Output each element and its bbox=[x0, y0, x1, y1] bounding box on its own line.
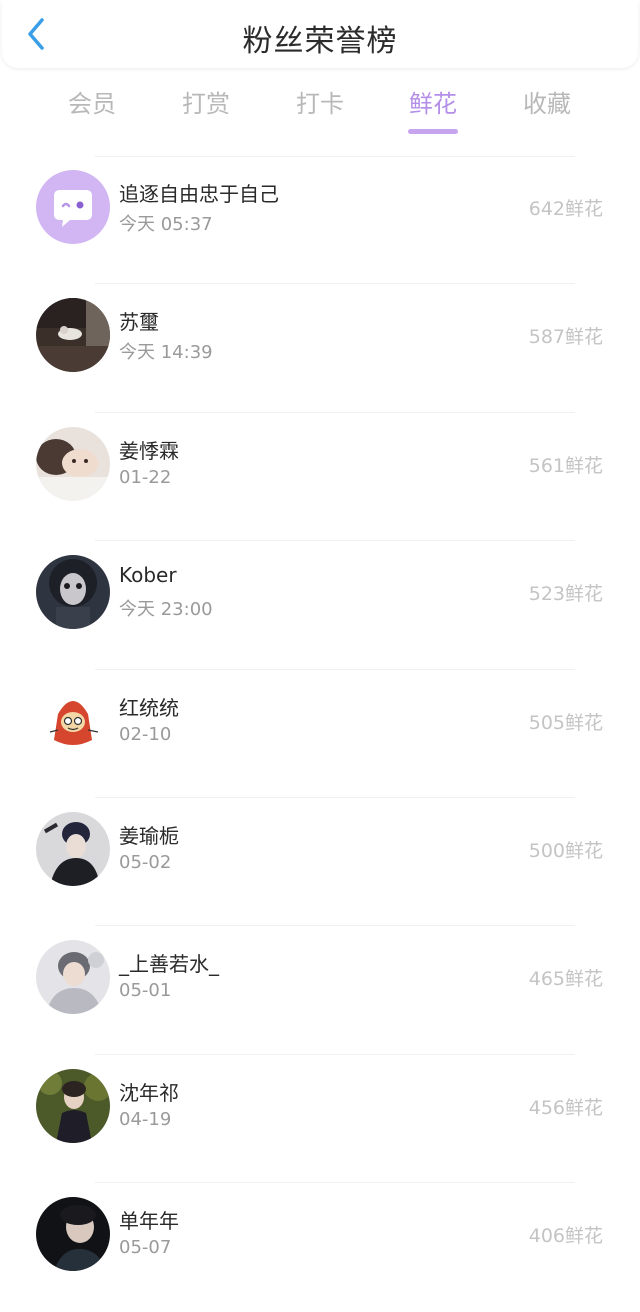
fan-time: 05-07 bbox=[119, 1237, 172, 1259]
tab-label: 收藏 bbox=[523, 90, 571, 118]
fan-time: 今天 14:39 bbox=[119, 342, 213, 364]
cartoon-avatar-icon bbox=[36, 683, 110, 758]
fan-name: 姜悸霖 bbox=[119, 438, 179, 463]
flower-count: 587鲜花 bbox=[528, 326, 603, 349]
fan-time: 04-19 bbox=[119, 1108, 172, 1130]
list-item[interactable]: 追逐自由忠于自己 今天 05:37 642鲜花 bbox=[0, 156, 640, 285]
photo-avatar-icon bbox=[36, 811, 110, 886]
ranking-list: 追逐自由忠于自己 今天 05:37 642鲜花 苏璽 今天 14:39 587鲜… bbox=[0, 156, 640, 1312]
photo-avatar-icon bbox=[36, 1197, 110, 1272]
photo-avatar-icon bbox=[36, 555, 110, 630]
chat-bubble-icon bbox=[36, 170, 110, 244]
flower-count: 456鲜花 bbox=[528, 1096, 603, 1119]
avatar[interactable] bbox=[36, 170, 110, 244]
page-title: 粉丝荣誉榜 bbox=[242, 24, 398, 59]
avatar[interactable] bbox=[36, 940, 110, 1015]
list-item[interactable]: _上善若水_ 05-01 465鲜花 bbox=[0, 926, 640, 1055]
list-item[interactable]: 单年年 05-07 406鲜花 bbox=[0, 1183, 640, 1311]
avatar[interactable] bbox=[36, 298, 110, 373]
fan-time: 05-01 bbox=[119, 980, 172, 1002]
tab-checkin[interactable]: 打卡 bbox=[270, 84, 370, 119]
fan-name: _上善若水_ bbox=[119, 952, 219, 977]
list-item[interactable]: Kober 今天 23:00 523鲜花 bbox=[0, 541, 640, 670]
list-item[interactable]: 姜悸霖 01-22 561鲜花 bbox=[0, 413, 640, 542]
fan-name: 苏璽 bbox=[119, 310, 159, 335]
tab-label: 打赏 bbox=[182, 90, 230, 118]
tab-label: 会员 bbox=[68, 90, 116, 118]
photo-avatar-icon bbox=[36, 1068, 110, 1143]
active-tab-indicator bbox=[408, 129, 458, 134]
flower-count: 642鲜花 bbox=[528, 198, 603, 220]
flower-count: 465鲜花 bbox=[528, 968, 603, 991]
flower-count: 523鲜花 bbox=[528, 583, 603, 606]
fan-time: 02-10 bbox=[119, 723, 172, 745]
list-item[interactable]: 沈年祁 04-19 456鲜花 bbox=[0, 1055, 640, 1184]
flower-count: 500鲜花 bbox=[528, 839, 603, 862]
tab-member[interactable]: 会员 bbox=[42, 84, 142, 119]
list-item[interactable]: 红统统 02-10 505鲜花 bbox=[0, 670, 640, 798]
list-item[interactable]: 苏璽 今天 14:39 587鲜花 bbox=[0, 284, 640, 413]
tab-reward[interactable]: 打赏 bbox=[156, 84, 256, 119]
photo-avatar-icon bbox=[36, 298, 110, 373]
flower-count: 561鲜花 bbox=[528, 454, 603, 477]
tab-label: 鲜花 bbox=[409, 90, 457, 118]
fan-name: 沈年祁 bbox=[119, 1080, 179, 1105]
tab-favorites[interactable]: 收藏 bbox=[497, 84, 597, 119]
fan-name: 红统统 bbox=[119, 695, 179, 720]
avatar[interactable] bbox=[36, 683, 110, 758]
avatar[interactable] bbox=[36, 1197, 110, 1272]
tab-flowers[interactable]: 鲜花 bbox=[383, 84, 483, 134]
tab-label: 打卡 bbox=[296, 90, 344, 118]
avatar[interactable] bbox=[36, 426, 110, 501]
fan-time: 今天 23:00 bbox=[119, 599, 213, 621]
flower-count: 406鲜花 bbox=[528, 1225, 603, 1248]
avatar[interactable] bbox=[36, 1068, 110, 1143]
list-item[interactable]: 姜瑜栀 05-02 500鲜花 bbox=[0, 798, 640, 927]
fan-name: 单年年 bbox=[119, 1209, 179, 1234]
photo-avatar-icon bbox=[36, 426, 110, 501]
avatar[interactable] bbox=[36, 555, 110, 630]
photo-avatar-icon bbox=[36, 940, 110, 1015]
fan-name: 姜瑜栀 bbox=[119, 823, 179, 848]
title-bar: 粉丝荣誉榜 bbox=[2, 0, 638, 68]
fan-name: Kober bbox=[119, 563, 177, 588]
fan-time: 05-02 bbox=[119, 851, 172, 873]
flower-count: 505鲜花 bbox=[528, 711, 603, 734]
fan-name: 追逐自由忠于自己 bbox=[119, 182, 279, 206]
fan-time: 今天 05:37 bbox=[119, 214, 213, 235]
tab-bar: 会员 打赏 打卡 鲜花 收藏 bbox=[0, 84, 640, 140]
fan-time: 01-22 bbox=[119, 466, 172, 488]
avatar[interactable] bbox=[36, 811, 110, 886]
